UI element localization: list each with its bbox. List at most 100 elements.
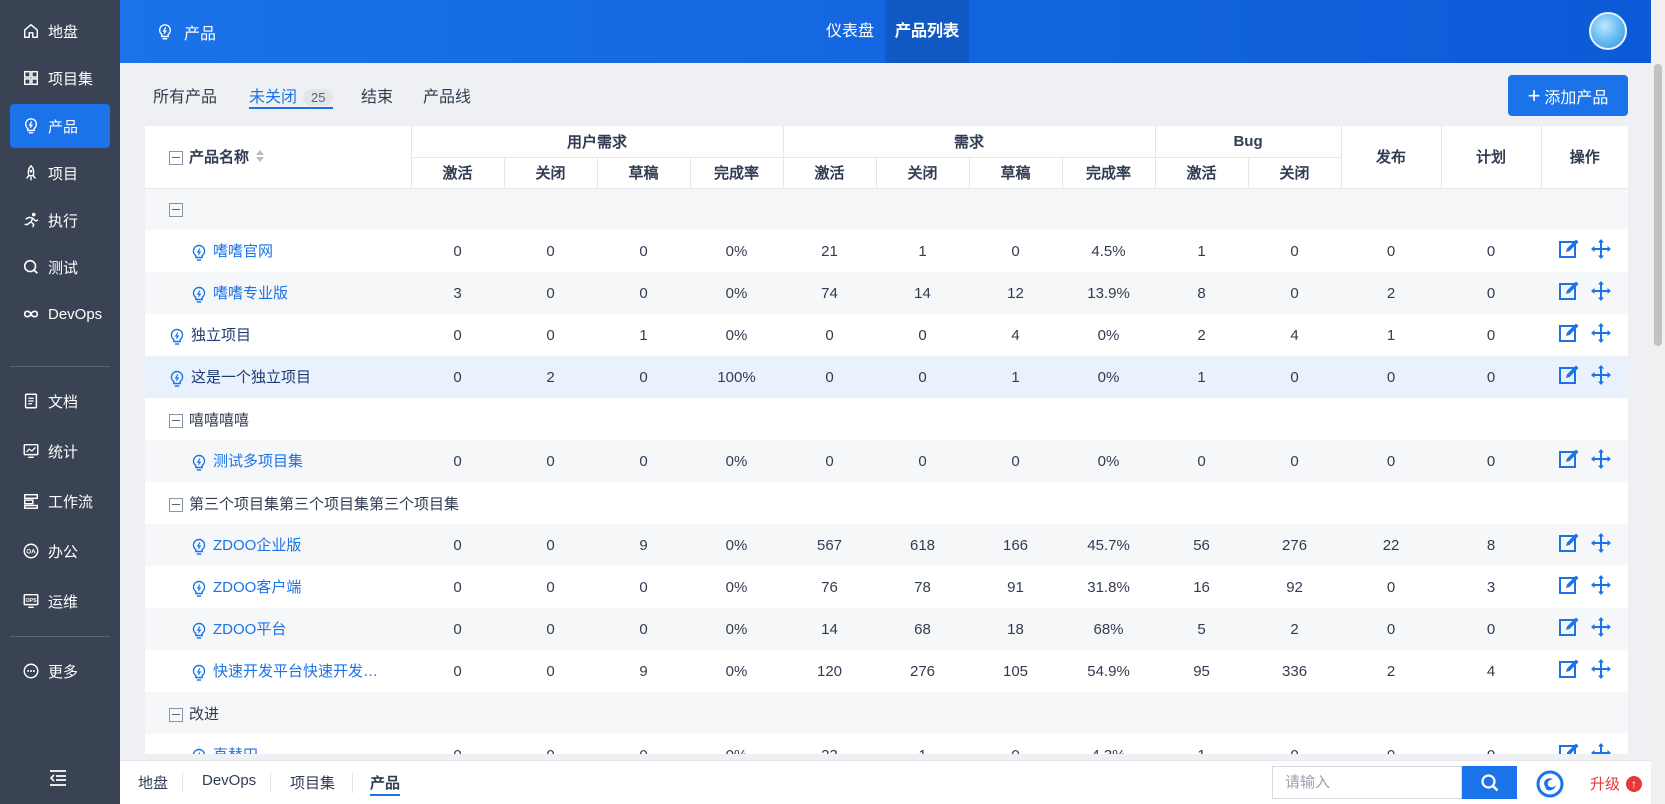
- move-icon[interactable]: [1590, 658, 1612, 680]
- stat-cell: 14: [783, 608, 877, 650]
- program-group-row: 嘻嘻嘻嘻: [145, 398, 1628, 440]
- product-name-link[interactable]: 嗜嗜专业版: [213, 285, 288, 302]
- collapse-group-icon[interactable]: [169, 413, 183, 428]
- product-name-link[interactable]: 快速开发平台快速开发…: [213, 663, 378, 680]
- scrollbar-thumb[interactable]: [1654, 64, 1662, 346]
- sort-icon[interactable]: [255, 148, 265, 168]
- edit-icon[interactable]: [1558, 280, 1580, 302]
- sidebar-item-execution[interactable]: 执行: [10, 198, 110, 242]
- program-group-cell: [145, 188, 1628, 230]
- sidebar-item-office[interactable]: OA 办公: [10, 529, 110, 573]
- bottom-tab-devops[interactable]: DevOps: [202, 772, 256, 796]
- stat-cell: 2: [1248, 608, 1342, 650]
- actions-cell: [1541, 356, 1628, 398]
- subnav-tab-product-line[interactable]: 产品线: [423, 83, 471, 109]
- infinity-icon: [18, 305, 44, 323]
- stat-cell: 0%: [1062, 356, 1156, 398]
- stat-cell: 4.3%: [1062, 734, 1155, 755]
- product-name-link[interactable]: ZDOO平台: [213, 621, 286, 638]
- sidebar-item-ops[interactable]: OPS 运维: [10, 579, 110, 623]
- vertical-scrollbar[interactable]: [1651, 0, 1665, 804]
- subnav-tab-closed[interactable]: 结束: [361, 83, 393, 109]
- move-icon[interactable]: [1590, 448, 1612, 470]
- stat-cell: 0: [1441, 440, 1542, 482]
- sidebar-item-program[interactable]: 项目集: [10, 56, 110, 100]
- sidebar-item-workflow[interactable]: 工作流: [10, 479, 110, 523]
- stat-cell: 0: [504, 524, 597, 566]
- upgrade-link[interactable]: 升级 ↑: [1590, 773, 1643, 794]
- col-group-requirement: 需求: [782, 126, 1156, 158]
- move-icon[interactable]: [1590, 238, 1612, 260]
- product-name-link[interactable]: 独立项目: [191, 327, 251, 344]
- bottom-tab-program[interactable]: 项目集: [290, 772, 335, 796]
- edit-icon[interactable]: [1558, 364, 1580, 386]
- sidebar-item-project[interactable]: 项目: [10, 151, 110, 195]
- edit-icon[interactable]: [1558, 658, 1580, 680]
- collapse-group-icon[interactable]: [169, 707, 183, 722]
- move-icon[interactable]: [1590, 574, 1612, 596]
- product-name-link[interactable]: ZDOO企业版: [213, 537, 301, 554]
- product-name-link[interactable]: 测试多项目集: [213, 453, 303, 470]
- edit-icon[interactable]: [1558, 322, 1580, 344]
- sidebar-item-label: 更多: [48, 663, 79, 681]
- stat-cell: 2: [504, 356, 597, 398]
- oa-icon: OA: [18, 542, 44, 560]
- product-row: 测试多项目集 0 0 0 0% 0 0 0 0% 0 0 0 0: [145, 440, 1628, 482]
- edit-icon[interactable]: [1558, 238, 1580, 260]
- stat-cell: 5: [1155, 608, 1249, 650]
- bottom-tab-product[interactable]: 产品: [370, 772, 401, 796]
- sidebar-item-devops[interactable]: DevOps: [10, 292, 110, 336]
- move-icon[interactable]: [1590, 616, 1612, 638]
- sidebar-item-dashboard[interactable]: 地盘: [10, 9, 110, 53]
- sidebar-item-product[interactable]: 产品: [10, 104, 110, 148]
- zentao-logo-icon[interactable]: [1535, 769, 1565, 799]
- sidebar-item-label: 运维: [48, 593, 79, 611]
- subnav-tab-all[interactable]: 所有产品: [153, 83, 217, 109]
- svg-text:OA: OA: [26, 549, 36, 556]
- collapse-all-icon[interactable]: [169, 150, 183, 165]
- product-name-link[interactable]: 这是一个独立项目: [191, 369, 311, 386]
- sidebar-item-doc[interactable]: 文档: [10, 379, 110, 423]
- edit-icon[interactable]: [1558, 532, 1580, 554]
- tab-product-list[interactable]: 产品列表: [885, 0, 970, 63]
- sidebar-item-stats[interactable]: 统计: [10, 429, 110, 473]
- sidebar-item-test[interactable]: 测试: [10, 245, 110, 289]
- edit-icon[interactable]: [1558, 448, 1580, 470]
- subnav-tab-unclosed[interactable]: 未关闭 25: [249, 83, 334, 109]
- move-icon[interactable]: [1590, 280, 1612, 302]
- program-group-label: 改进: [189, 705, 220, 723]
- edit-icon[interactable]: [1558, 742, 1580, 754]
- bottom-tab-dashboard[interactable]: 地盘: [138, 772, 168, 796]
- stat-cell: 2: [1386, 662, 1396, 680]
- product-name-link[interactable]: ZDOO客户端: [213, 579, 301, 596]
- collapse-group-icon[interactable]: [169, 202, 183, 217]
- edit-icon[interactable]: [1558, 616, 1580, 638]
- product-name-cell: 独立项目: [145, 314, 411, 356]
- move-icon[interactable]: [1590, 322, 1612, 344]
- tab-dashboard[interactable]: 仪表盘: [816, 0, 884, 63]
- stat-cell: 0: [1248, 356, 1342, 398]
- move-icon[interactable]: [1590, 742, 1612, 754]
- program-group-row: [145, 188, 1628, 230]
- add-product-button[interactable]: + 添加产品: [1508, 75, 1628, 116]
- sidebar-item-more[interactable]: 更多: [10, 649, 110, 693]
- product-name-link[interactable]: 嗜嗜官网: [213, 243, 273, 260]
- collapse-sidebar-icon[interactable]: [46, 766, 70, 790]
- product-name-cell: 嗜嗜专业版: [145, 272, 411, 314]
- move-icon[interactable]: [1590, 532, 1612, 554]
- stat-cell: 0: [876, 356, 970, 398]
- search-button[interactable]: [1462, 766, 1517, 799]
- search-input[interactable]: [1272, 766, 1462, 799]
- stat-cell: 166: [969, 524, 1063, 566]
- move-icon[interactable]: [1590, 364, 1612, 386]
- col-product-name[interactable]: 产品名称: [145, 126, 411, 189]
- sidebar: 地盘 项目集 产品 项目 执行 测试 DevOps 文档 统计 工作流 OA 办…: [0, 0, 120, 804]
- avatar[interactable]: [1589, 12, 1627, 50]
- product-name-link[interactable]: 直替田: [213, 747, 258, 754]
- edit-icon[interactable]: [1558, 574, 1580, 596]
- collapse-group-icon[interactable]: [169, 497, 183, 512]
- rocket-icon: [18, 164, 44, 182]
- product-name-cell: 快速开发平台快速开发…: [145, 650, 411, 692]
- stat-cell: 0: [969, 440, 1063, 482]
- stat-cell: 0: [1248, 734, 1341, 755]
